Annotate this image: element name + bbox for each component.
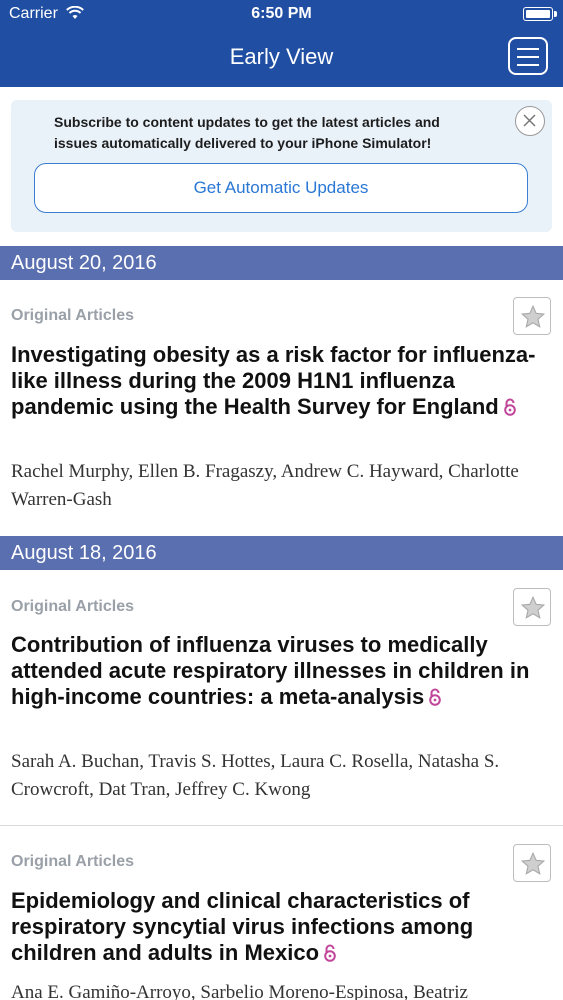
article-authors: Sarah A. Buchan, Travis S. Hottes, Laura… [11,751,500,800]
favorite-button[interactable] [513,297,551,335]
status-time: 6:50 PM [251,5,312,22]
date-header: August 18, 2016 [0,536,563,570]
favorite-button[interactable] [513,844,551,882]
article-item[interactable]: Original Articles Epidemiology and clini… [0,826,563,1000]
close-icon [523,114,536,127]
article-section: Original Articles [11,598,134,615]
hamburger-menu-icon [517,48,539,50]
article-authors: Ana E. Gamiño-Arroyo, Sarbelio Moreno-Es… [11,982,468,1000]
favorite-button[interactable] [513,588,551,626]
open-access-icon [429,688,442,706]
star-icon [520,304,546,328]
subscribe-banner: Subscribe to content updates to get the … [11,100,552,232]
open-access-icon [503,398,516,416]
open-access-icon [324,944,336,962]
star-icon [520,595,546,619]
article-authors: Rachel Murphy, Ellen B. Fragaszy, Andrew… [11,461,519,510]
article-title[interactable]: Epidemiology and clinical characteristic… [11,888,551,966]
page-title: Early View [229,44,334,69]
article-section: Original Articles [11,853,134,870]
menu-button[interactable] [508,37,548,75]
star-icon [520,851,546,875]
close-banner-button[interactable] [515,106,545,136]
date-header: August 20, 2016 [0,246,563,280]
battery-icon [523,7,557,21]
status-bar: Carrier 6:50 PM [0,0,563,30]
article-item[interactable]: Original Articles Contribution of influe… [0,570,563,825]
article-title[interactable]: Investigating obesity as a risk factor f… [11,342,551,420]
article-section: Original Articles [11,307,134,324]
article-item[interactable]: Original Articles Investigating obesity … [0,280,563,536]
get-automatic-updates-button[interactable]: Get Automatic Updates [34,163,528,213]
article-title[interactable]: Contribution of influenza viruses to med… [11,632,551,710]
subscribe-message: Subscribe to content updates to get the … [54,114,440,151]
navigation-bar: Carrier 6:50 PM Early View [0,0,563,87]
